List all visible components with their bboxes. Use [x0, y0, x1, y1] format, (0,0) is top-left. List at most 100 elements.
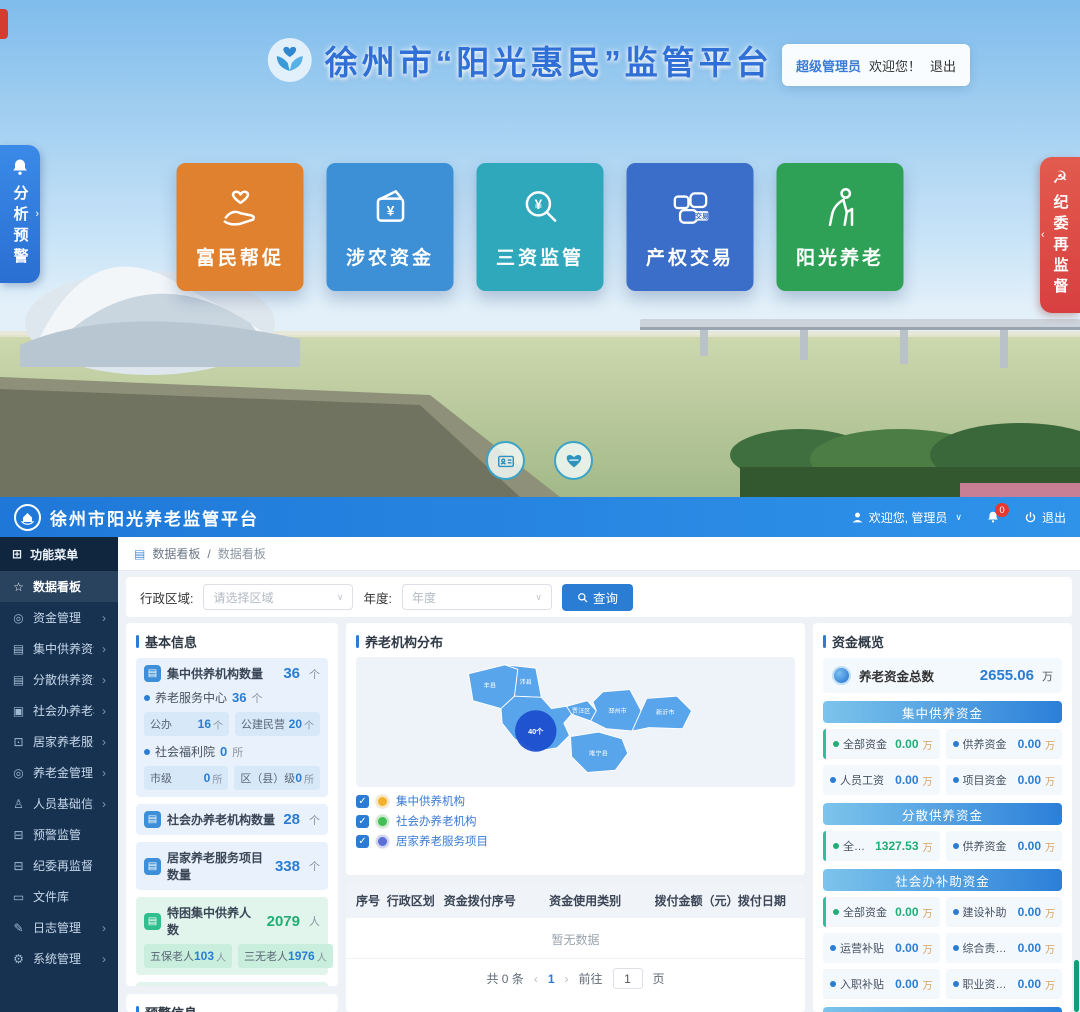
- chevron-right-icon: [102, 735, 106, 749]
- next-page-button[interactable]: ›: [565, 972, 569, 986]
- party-emblem-icon: ☭: [1052, 169, 1067, 186]
- tile-chanquan-jiaoyi[interactable]: 交易 产权交易: [627, 163, 754, 291]
- sidebar-item-dashboard[interactable]: ☆ 数据看板: [0, 571, 118, 602]
- power-icon: [1024, 511, 1037, 524]
- sidebar-item-personnel-info[interactable]: ♙ 人员基础信息: [0, 788, 118, 819]
- svg-text:交易: 交易: [695, 212, 709, 221]
- coin-globe-icon: [832, 666, 851, 685]
- chevron-left-icon: [1041, 229, 1045, 241]
- goto-page-input[interactable]: [613, 968, 643, 989]
- search-button[interactable]: 查询: [562, 584, 633, 611]
- bell-icon: [10, 157, 30, 177]
- tile-label: 富民帮促: [196, 243, 284, 270]
- sidebar-menu-header: ⊞ 功能菜单: [0, 537, 118, 571]
- hero-tiles: 富民帮促 ¥ 涉农资金 ¥ 三资监管 交易: [177, 163, 904, 291]
- menu-title: 功能菜单: [30, 546, 78, 563]
- screen-icon: ⊟: [12, 859, 25, 873]
- doc-icon: ▤: [144, 665, 161, 682]
- logout-label: 退出: [1042, 509, 1066, 526]
- basic-info-panel: 基本信息 ▤ 集中供养机构数量 36 个 养老服务中心 36 个: [126, 623, 338, 986]
- chevron-right-icon: [102, 952, 106, 966]
- chevron-right-icon: [102, 921, 106, 935]
- funds-overview-panel: 资金概览 养老资金总数 2655.06 万 集中供养资金 全部资金 0.00 万: [813, 623, 1072, 1012]
- stat-chip: 区（县）级 0 所: [234, 766, 320, 790]
- district-label: 丰县: [484, 681, 496, 689]
- person-icon: ♙: [12, 797, 25, 811]
- sidebar-item-discipline-supervision[interactable]: ⊟ 纪委再监督: [0, 850, 118, 881]
- folder-icon: ▤: [12, 673, 25, 687]
- tile-fumin-bangcu[interactable]: 富民帮促: [177, 163, 304, 291]
- coins-icon: ◎: [12, 611, 25, 625]
- magnifier-yuan-icon: ¥: [517, 184, 563, 230]
- sidebar-item-funds-mgmt[interactable]: ◎ 资金管理: [0, 602, 118, 633]
- notification-badge: 0: [995, 503, 1009, 517]
- card-home-care-projects: ▤ 居家养老服务项目数量 338 个: [136, 842, 328, 890]
- sidebar-item-home-care-projects[interactable]: ⊡ 居家养老服务项目: [0, 726, 118, 757]
- user-menu[interactable]: 欢迎您, 管理员: [851, 509, 962, 526]
- sidebar-item-pension-mgmt[interactable]: ◎ 养老金管理: [0, 757, 118, 788]
- district-label: 邳州市: [608, 707, 626, 715]
- district-label: 睢宁县: [589, 750, 607, 758]
- main-content: ▤ 数据看板 / 数据看板 行政区域: 请选择区域 年度: 年度 查询: [118, 537, 1080, 1012]
- scrollbar-thumb[interactable]: [1074, 960, 1079, 1012]
- banner-homecare-subsidy-funds: 居家养老补助资金: [823, 1007, 1062, 1012]
- sidebar-item-social-institutions[interactable]: ▣ 社会办养老机构: [0, 695, 118, 726]
- discipline-supervision-tab[interactable]: ☭ 纪委再监督: [1040, 157, 1080, 313]
- archive-icon: ▭: [12, 890, 25, 904]
- doc-icon: ▤: [144, 858, 161, 875]
- pagination-total: 共 0 条: [486, 970, 523, 987]
- xuzhou-district-map[interactable]: 丰县 沛县 贾汪区 邳州市 新沂市 睢宁县 40个: [356, 657, 795, 787]
- elderly-icon: [817, 184, 863, 230]
- breadcrumb-separator: /: [207, 547, 210, 561]
- page-unit-label: 页: [653, 970, 665, 987]
- checkbox-checked[interactable]: ✓: [356, 835, 369, 848]
- prev-page-button[interactable]: ‹: [534, 972, 538, 986]
- chevron-right-icon: [102, 797, 106, 811]
- id-card-button[interactable]: [486, 441, 525, 480]
- stat-chip: 公建民营 20 个: [235, 712, 320, 736]
- filter-bar: 行政区域: 请选择区域 年度: 年度 查询: [126, 577, 1072, 617]
- chevron-right-icon: [102, 673, 106, 687]
- logout-button[interactable]: 退出: [1024, 509, 1066, 526]
- fund-item: 职业资格补贴 0.00 万: [946, 969, 1063, 999]
- fund-item: 全部资金 0.00 万: [823, 729, 940, 759]
- fund-item: 入职补贴 0.00 万: [823, 969, 940, 999]
- tile-sanzi-jianguan[interactable]: ¥ 三资监管: [477, 163, 604, 291]
- fund-item: 项目资金 0.00 万: [946, 765, 1063, 795]
- stat-chip: 三无老人 1976 人: [238, 944, 333, 968]
- fund-item: 建设补助 0.00 万: [946, 897, 1063, 927]
- region-select[interactable]: 请选择区域: [203, 584, 353, 610]
- wallet-yuan-icon: ¥: [367, 184, 413, 230]
- tile-shenong-zijin[interactable]: ¥ 涉农资金: [327, 163, 454, 291]
- breadcrumb-root[interactable]: 数据看板: [152, 545, 200, 562]
- legend-row-centralized: ✓ 集中供养机构: [356, 793, 795, 809]
- svg-text:¥: ¥: [386, 203, 394, 218]
- house-hands-icon: [20, 510, 35, 525]
- analysis-warning-tab[interactable]: 分析预警: [0, 145, 40, 283]
- dashboard-header: 徐州市阳光养老监管平台 欢迎您, 管理员 0 退出: [0, 497, 1080, 537]
- hero-logout-button[interactable]: 退出: [930, 56, 956, 75]
- sidebar-item-system-mgmt[interactable]: ⚙ 系统管理: [0, 943, 118, 974]
- sidebar-item-log-mgmt[interactable]: ✎ 日志管理: [0, 912, 118, 943]
- chevron-right-icon: [102, 766, 106, 780]
- platform-logo-icon: [267, 37, 313, 83]
- fund-item: 供养资金 0.00 万: [946, 831, 1063, 861]
- page-number[interactable]: 1: [548, 972, 555, 986]
- hero-circle-buttons: [486, 441, 593, 480]
- card-centralized-institutions: ▤ 集中供养机构数量 36 个 养老服务中心 36 个 公办: [136, 658, 328, 797]
- sidebar-item-file-library[interactable]: ▭ 文件库: [0, 881, 118, 912]
- hero-username: 超级管理员: [796, 56, 861, 75]
- hero-welcome-text: 欢迎您！: [869, 56, 921, 75]
- checkbox-checked[interactable]: ✓: [356, 815, 369, 828]
- checkbox-checked[interactable]: ✓: [356, 795, 369, 808]
- trade-icon: 交易: [667, 184, 713, 230]
- star-icon: ☆: [12, 580, 25, 594]
- health-heart-button[interactable]: [554, 441, 593, 480]
- tile-yangguang-yanglao[interactable]: 阳光养老: [777, 163, 904, 291]
- sidebar-item-warning-supervision[interactable]: ⊟ 预警监管: [0, 819, 118, 850]
- hero-user-box: 超级管理员 欢迎您！ 退出: [782, 44, 970, 86]
- notifications-button[interactable]: 0: [986, 510, 1000, 524]
- year-select[interactable]: 年度: [402, 584, 552, 610]
- sidebar-item-centralized-funds[interactable]: ▤ 集中供养资金: [0, 633, 118, 664]
- sidebar-item-decentralized-funds[interactable]: ▤ 分散供养资金: [0, 664, 118, 695]
